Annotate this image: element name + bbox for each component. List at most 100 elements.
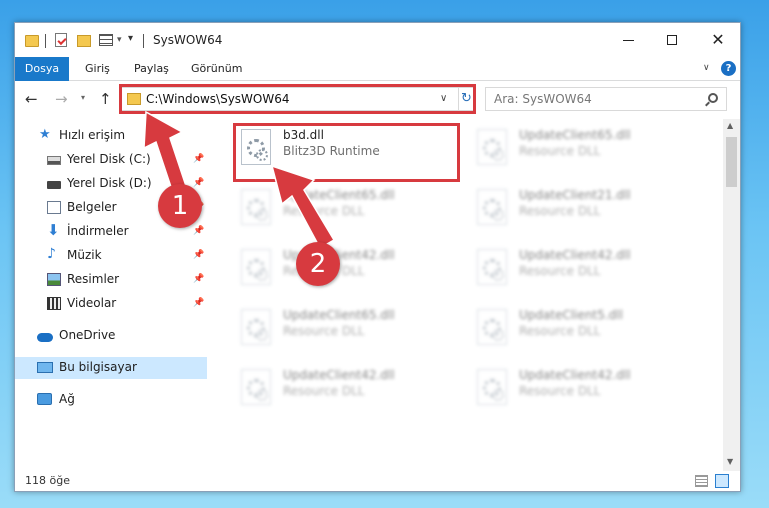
new-folder-icon[interactable]: [77, 35, 91, 47]
file-item[interactable]: UpdateClient42.dll Resource DLL: [471, 243, 699, 291]
chevron-down-icon[interactable]: ▾: [117, 35, 122, 51]
search-input[interactable]: Ara: SysWOW64: [494, 92, 592, 106]
navigation-pane: ★ Hızlı erişim Yerel Disk (C:) 📌 Yerel D…: [15, 119, 207, 469]
dll-file-icon: [477, 369, 507, 405]
minimize-button[interactable]: [613, 29, 643, 51]
properties-icon[interactable]: [55, 33, 67, 47]
navigation-bar: ← → ▾ ↑ C:\Windows\SysWOW64 ∨ ↻ Ara: Sys…: [15, 83, 740, 115]
address-highlight-box: [119, 84, 476, 114]
pin-icon[interactable]: 📌: [193, 298, 204, 308]
file-description: Resource DLL: [519, 384, 601, 398]
ribbon-tabs: Dosya Giriş Paylaş Görünüm ∨ ?: [15, 57, 740, 81]
tab-file[interactable]: Dosya: [15, 57, 69, 81]
drive-icon: [47, 181, 61, 189]
file-item[interactable]: UpdateClient65.dll Resource DLL: [235, 183, 463, 231]
help-icon[interactable]: ?: [721, 61, 736, 76]
step-marker-2: 2: [296, 242, 340, 286]
sidebar-item-music[interactable]: ♪ Müzik 📌: [15, 245, 207, 267]
file-name: UpdateClient21.dll: [519, 188, 631, 202]
file-item[interactable]: UpdateClient21.dll Resource DLL: [471, 183, 699, 231]
search-box[interactable]: Ara: SysWOW64: [485, 87, 727, 111]
computer-icon: [37, 362, 53, 373]
file-highlight-box: [233, 123, 460, 182]
file-name: UpdateClient42.dll: [519, 368, 631, 382]
vertical-scrollbar[interactable]: ▲ ▼: [723, 119, 740, 471]
title-bar: ▾ ▾ SysWOW64 ✕: [15, 23, 740, 57]
tab-view[interactable]: Görünüm: [191, 57, 242, 81]
network-icon: [37, 393, 52, 405]
pin-icon[interactable]: 📌: [193, 154, 204, 164]
details-view-icon[interactable]: [695, 475, 708, 487]
pictures-icon: [47, 273, 61, 286]
back-arrow-icon[interactable]: ←: [25, 90, 38, 108]
up-arrow-icon[interactable]: ↑: [99, 90, 112, 108]
file-item[interactable]: UpdateClient65.dll Resource DLL: [235, 303, 463, 351]
sidebar-item-label: OneDrive: [59, 328, 116, 342]
window-title: SysWOW64: [153, 33, 223, 47]
file-description: Resource DLL: [519, 204, 601, 218]
pin-icon[interactable]: 📌: [193, 250, 204, 260]
maximize-button[interactable]: [657, 29, 687, 51]
sidebar-item-quick-access[interactable]: ★ Hızlı erişim: [15, 125, 207, 147]
file-name: UpdateClient65.dll: [283, 308, 395, 322]
file-item[interactable]: UpdateClient65.dll Resource DLL: [471, 123, 699, 171]
view-options-icon[interactable]: [99, 34, 113, 46]
forward-arrow-icon[interactable]: →: [55, 90, 68, 108]
sidebar-item-network[interactable]: Ağ: [15, 389, 207, 411]
scroll-thumb[interactable]: [726, 137, 737, 187]
pin-icon[interactable]: 📌: [193, 274, 204, 284]
file-description: Resource DLL: [283, 384, 365, 398]
scroll-down-icon[interactable]: ▼: [727, 457, 733, 466]
dll-file-icon: [241, 309, 271, 345]
sidebar-item-label: Belgeler: [67, 200, 117, 214]
sidebar-item-label: Hızlı erişim: [59, 128, 126, 142]
dll-file-icon: [477, 309, 507, 345]
dll-file-icon: [477, 249, 507, 285]
file-item[interactable]: UpdateClient42.dll Resource DLL: [235, 363, 463, 411]
dll-file-icon: [241, 189, 271, 225]
tiles-view-icon[interactable]: [715, 474, 729, 488]
file-description: Resource DLL: [519, 144, 601, 158]
file-description: Resource DLL: [519, 324, 601, 338]
file-item[interactable]: UpdateClient5.dll Resource DLL: [471, 303, 699, 351]
sidebar-item-onedrive[interactable]: OneDrive: [15, 325, 207, 347]
scroll-up-icon[interactable]: ▲: [727, 121, 733, 130]
close-button[interactable]: ✕: [703, 29, 733, 51]
tab-share[interactable]: Paylaş: [134, 57, 169, 81]
step-marker-1: 1: [158, 184, 202, 228]
star-icon: ★: [39, 127, 51, 142]
item-count: 118 öğe: [25, 474, 70, 487]
file-item[interactable]: UpdateClient42.dll Resource DLL: [235, 243, 463, 291]
sidebar-item-label: Resimler: [67, 272, 120, 286]
file-name: UpdateClient42.dll: [519, 248, 631, 262]
dll-file-icon: [477, 129, 507, 165]
file-description: Resource DLL: [283, 324, 365, 338]
dll-file-icon: [241, 369, 271, 405]
file-description: Resource DLL: [519, 264, 601, 278]
pin-icon[interactable]: 📌: [193, 178, 204, 188]
file-name: UpdateClient65.dll: [519, 128, 631, 142]
sidebar-item-label: Yerel Disk (D:): [67, 176, 152, 190]
pin-icon[interactable]: 📌: [193, 226, 204, 236]
explorer-window: ▾ ▾ SysWOW64 ✕ Dosya Giriş Paylaş Görünü…: [14, 22, 741, 492]
tab-home[interactable]: Giriş: [85, 57, 110, 81]
cloud-icon: [37, 333, 53, 342]
folder-icon[interactable]: [25, 35, 39, 47]
status-bar: 118 öğe: [15, 471, 740, 491]
expand-ribbon-icon[interactable]: ∨: [703, 63, 710, 73]
sidebar-item-local-disk-c[interactable]: Yerel Disk (C:) 📌: [15, 149, 207, 171]
customize-toolbar-icon[interactable]: ▾: [128, 33, 133, 49]
search-icon[interactable]: [708, 93, 718, 103]
file-name: UpdateClient42.dll: [283, 368, 395, 382]
recent-locations-icon[interactable]: ▾: [81, 93, 85, 102]
sidebar-item-videos[interactable]: Videolar 📌: [15, 293, 207, 315]
sidebar-item-label: Videolar: [67, 296, 117, 310]
maximize-icon: [667, 35, 677, 45]
sidebar-item-pictures[interactable]: Resimler 📌: [15, 269, 207, 291]
file-description: Resource DLL: [283, 204, 365, 218]
file-item[interactable]: UpdateClient42.dll Resource DLL: [471, 363, 699, 411]
sidebar-item-this-pc[interactable]: Bu bilgisayar: [15, 357, 207, 379]
music-icon: ♪: [47, 246, 56, 262]
file-name: UpdateClient65.dll: [283, 188, 395, 202]
document-icon: [47, 201, 61, 214]
